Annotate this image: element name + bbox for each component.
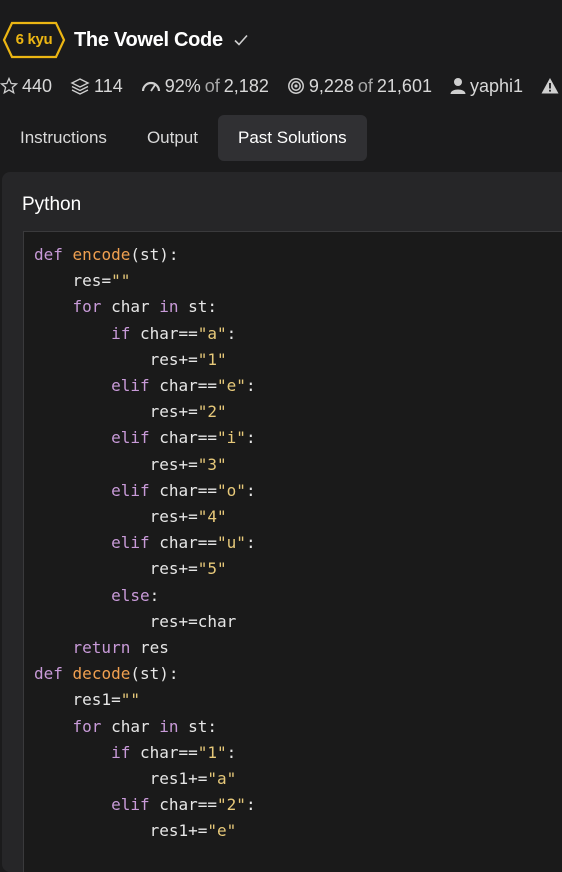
code-line: def decode(st): — [34, 664, 179, 684]
collections-count: 114 — [94, 75, 123, 96]
code-line: for char in st: — [72, 297, 218, 317]
code-line: res+="1" — [149, 349, 227, 369]
tab-past-solutions[interactable]: Past Solutions — [217, 115, 367, 161]
code-line: res1+="e" — [149, 821, 237, 841]
stars-count: 440 — [22, 75, 53, 96]
issues-stat[interactable] — [541, 77, 562, 95]
star-icon — [0, 77, 18, 95]
code-line: res+="3" — [149, 454, 227, 474]
solution-language: Python — [22, 194, 82, 215]
past-solution-panel: Python def encode(st): res="" for char i… — [2, 172, 562, 872]
code-line: for char in st: — [72, 716, 218, 736]
target-icon — [287, 78, 304, 94]
code-line: elif char=="e": — [111, 376, 256, 396]
warning-icon — [541, 78, 559, 94]
rank-label: 6 kyu — [15, 31, 53, 48]
code-line: elif char=="i": — [111, 428, 256, 448]
stars-stat[interactable]: 440 — [0, 76, 52, 97]
user-icon — [450, 78, 466, 94]
code-line: if char=="a": — [111, 323, 237, 343]
author-name: yaphi1 — [469, 75, 524, 96]
code-line: res+="2" — [149, 402, 227, 422]
stats-row: 440 114 92% of 2,182 9,228 of 21,601 yap… — [0, 72, 562, 100]
gauge-icon — [141, 81, 160, 92]
completions-stat: 9,228 of 21,601 — [287, 76, 432, 97]
satisfaction-votes: 2,182 — [223, 75, 269, 96]
tab-instructions[interactable]: Instructions — [0, 115, 127, 161]
code-line: def encode(st): — [34, 245, 179, 264]
code-line: res1="" — [72, 690, 140, 710]
code-line: res+="4" — [149, 507, 227, 527]
completed-count: 9,228 — [308, 75, 354, 96]
kata-header: 6 kyu The Vowel Code 440 114 92% of 2,18… — [0, 0, 562, 112]
code-line: res+=char — [149, 611, 237, 631]
code-line: res+="5" — [149, 559, 227, 579]
code-line: else: — [111, 585, 160, 605]
completed-of-label: of — [357, 75, 373, 96]
rank-badge[interactable]: 6 kyu — [2, 21, 68, 59]
code-line: res="" — [72, 271, 131, 291]
code-line: elif char=="o": — [111, 480, 256, 500]
satisfaction-stat: 92% of 2,182 — [141, 76, 269, 97]
kata-title[interactable]: The Vowel Code — [74, 29, 223, 52]
satisfaction-of-label: of — [204, 75, 220, 96]
satisfaction-percent: 92% — [164, 75, 201, 96]
code-line: if char=="1": — [111, 742, 237, 762]
code-line: res1+="a" — [149, 769, 237, 789]
collections-stat[interactable]: 114 — [70, 76, 123, 97]
layers-icon — [70, 78, 90, 95]
code-block[interactable]: def encode(st): res="" for char in st: i… — [23, 231, 562, 872]
tab-output[interactable]: Output — [127, 115, 218, 161]
author-stat[interactable]: yaphi1 — [450, 76, 523, 97]
code-line: elif char=="2": — [111, 795, 256, 815]
checkmark-icon — [234, 34, 248, 46]
attempted-count: 21,601 — [376, 75, 432, 96]
kata-tabs: Instructions Output Past Solutions — [0, 115, 367, 161]
code-line: elif char=="u": — [111, 533, 256, 553]
code-line: return res — [72, 638, 169, 658]
title-row: 6 kyu The Vowel Code — [2, 20, 249, 60]
solution-code: def encode(st): res="" for char in st: i… — [24, 232, 562, 845]
